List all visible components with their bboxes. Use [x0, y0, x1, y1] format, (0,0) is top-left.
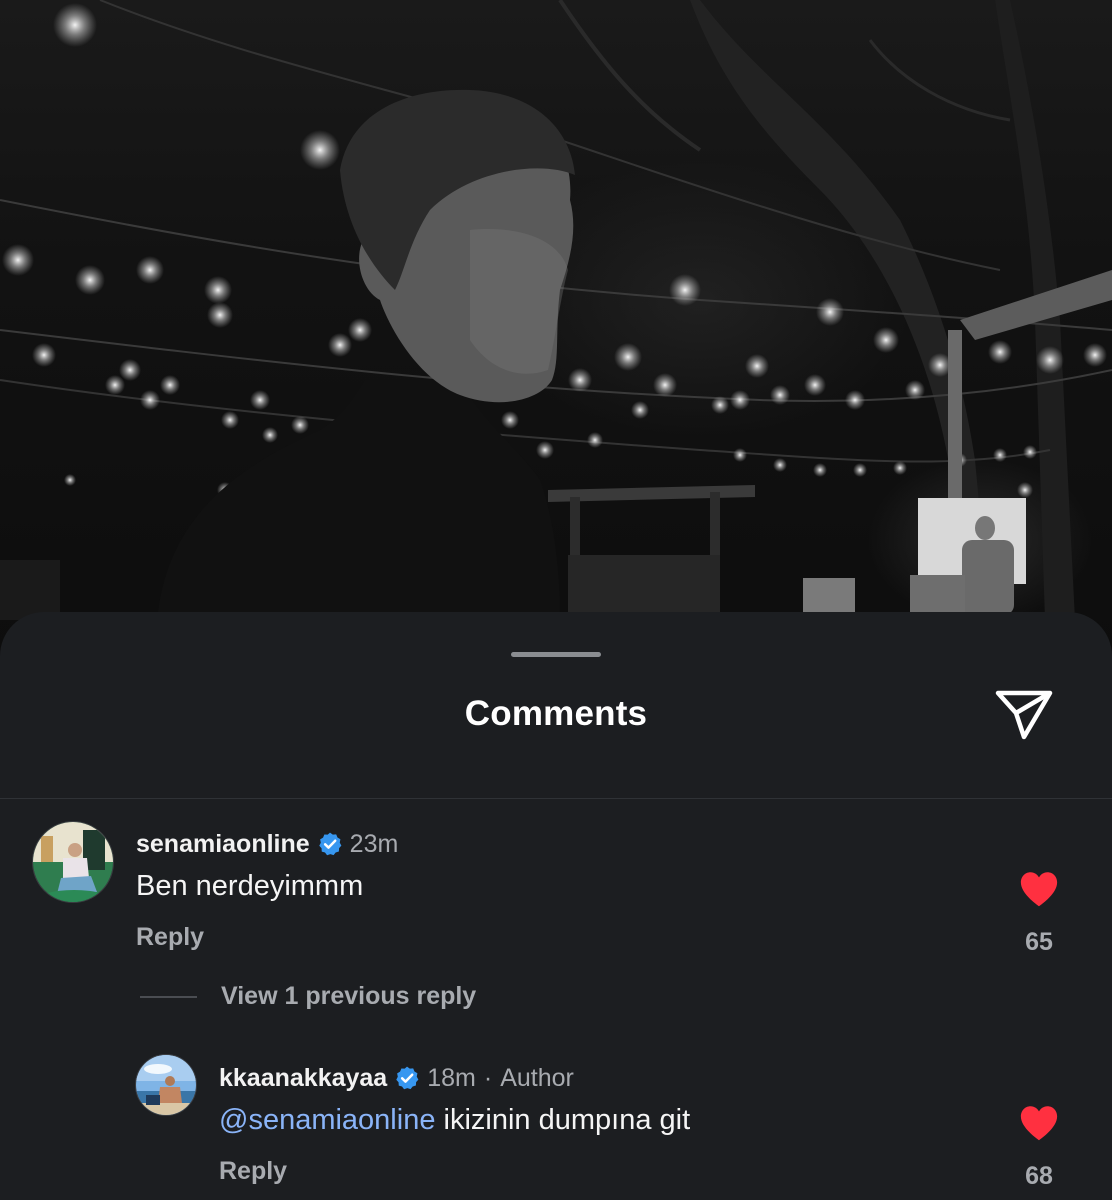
comment-timestamp: 23m	[349, 829, 399, 858]
heart-icon[interactable]	[1018, 870, 1060, 908]
verified-badge-icon	[394, 1065, 420, 1091]
like-control: 65	[1009, 870, 1069, 957]
paper-plane-icon	[995, 690, 1053, 740]
thread-line	[140, 995, 197, 998]
reply-timestamp: 18m	[427, 1063, 476, 1092]
sheet-grabber[interactable]	[511, 652, 601, 657]
comment-text: Ben nerdeyimmm	[136, 870, 364, 902]
avatar[interactable]	[135, 1054, 197, 1116]
verified-badge-icon	[317, 831, 343, 857]
like-count: 65	[1025, 928, 1053, 956]
reply-username[interactable]: kkaanakkayaa	[219, 1064, 387, 1093]
reply-body: ikizinin dumpına git	[435, 1104, 691, 1136]
reply-button[interactable]: Reply	[219, 1157, 287, 1186]
like-count: 68	[1025, 1162, 1053, 1190]
heart-icon[interactable]	[1018, 1104, 1060, 1142]
post-photo	[0, 0, 1112, 660]
sheet-title: Comments	[464, 694, 648, 733]
share-button[interactable]	[992, 684, 1056, 744]
like-control: 68	[1009, 1104, 1069, 1191]
reply-button[interactable]: Reply	[136, 923, 204, 952]
comments-sheet: Comments senamiaonline 23m Ben nerdeyimm…	[0, 612, 1112, 1200]
author-label: Author	[500, 1063, 574, 1092]
header-divider	[0, 798, 1112, 799]
avatar[interactable]	[32, 821, 114, 903]
comment-username[interactable]: senamiaonline	[136, 830, 310, 859]
mention-link[interactable]: @senamiaonline	[219, 1104, 435, 1136]
view-replies-label: View 1 previous reply	[221, 982, 477, 1010]
view-replies-button[interactable]: View 1 previous reply	[140, 982, 476, 1011]
reply-text: @senamiaonline ikizinin dumpına git	[219, 1104, 690, 1137]
separator-dot: ·	[483, 1063, 493, 1092]
